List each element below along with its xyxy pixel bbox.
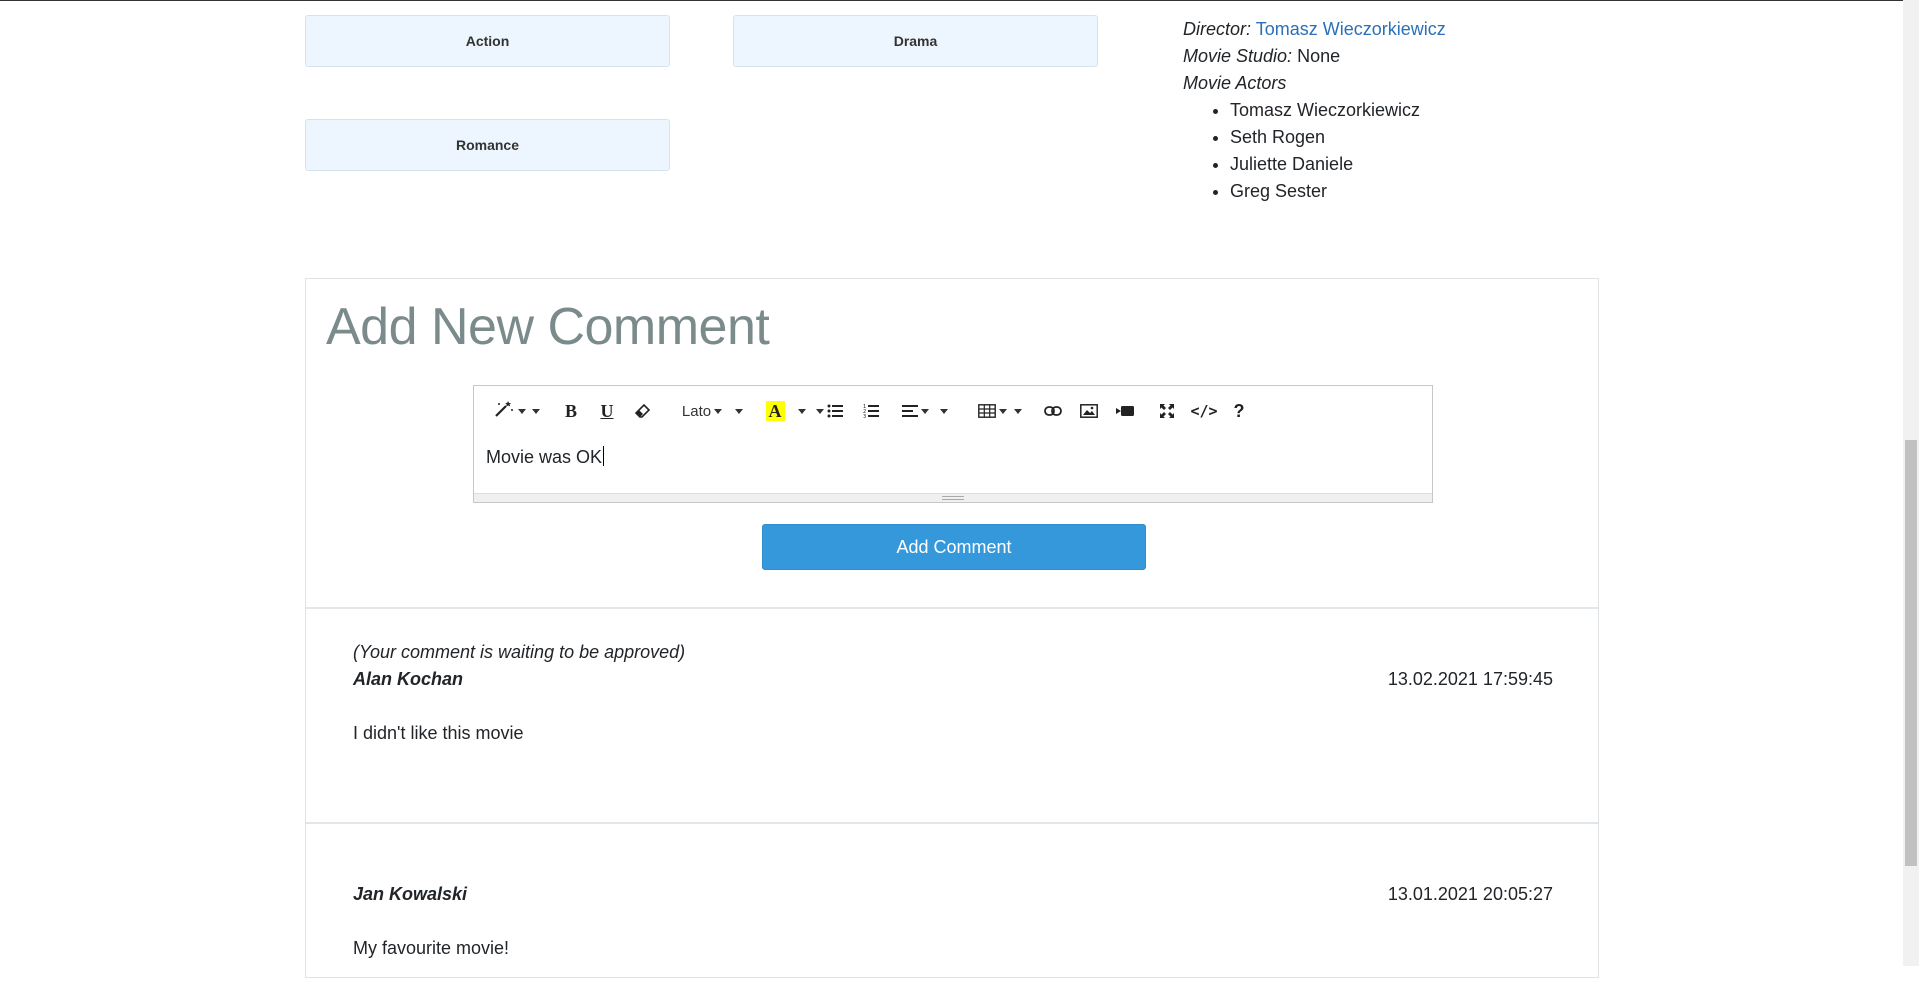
- actors-list: Tomasz Wieczorkiewicz Seth Rogen Juliett…: [1183, 97, 1446, 205]
- pending-approval-note: (Your comment is waiting to be approved): [353, 642, 686, 662]
- actor-item: Tomasz Wieczorkiewicz: [1230, 97, 1446, 124]
- add-comment-button[interactable]: Add Comment: [762, 524, 1146, 570]
- font-name-dropdown[interactable]: Lato: [674, 400, 730, 422]
- actors-heading: Movie Actors: [1183, 70, 1446, 97]
- underline-icon[interactable]: U: [596, 400, 618, 422]
- bold-icon[interactable]: B: [560, 400, 582, 422]
- highlight-color-icon[interactable]: A: [764, 400, 786, 422]
- director-label: Director:: [1183, 19, 1252, 39]
- font-name-dropdown-toggle[interactable]: [730, 400, 744, 422]
- add-comment-title: Add New Comment: [326, 298, 770, 356]
- scrollbar-thumb[interactable]: [1905, 440, 1917, 866]
- editor-text: Movie was OK: [486, 447, 603, 467]
- bullet-list-icon[interactable]: [824, 400, 846, 422]
- align-icon[interactable]: [900, 400, 930, 422]
- studio-value: None: [1297, 46, 1341, 66]
- genre-button-romance[interactable]: Romance: [305, 119, 670, 171]
- studio-label: Movie Studio:: [1183, 46, 1293, 66]
- actors-label: Movie Actors: [1183, 73, 1287, 93]
- director-row: Director: Tomasz Wieczorkiewicz: [1183, 16, 1446, 43]
- link-icon[interactable]: [1042, 400, 1064, 422]
- font-name-label: Lato: [681, 402, 712, 420]
- top-border: [0, 0, 1919, 1]
- editor-content[interactable]: Movie was OK: [486, 446, 605, 468]
- actor-item: Greg Sester: [1230, 178, 1446, 205]
- rich-text-editor: B U Lato A 123 </> ? Movie was OK: [473, 385, 1433, 503]
- editor-toolbar: B U Lato A 123 </> ?: [474, 386, 1432, 436]
- comment-date: 13.01.2021 20:05:27: [1387, 884, 1553, 904]
- movie-details: Director: Tomasz Wieczorkiewicz Movie St…: [1183, 16, 1446, 205]
- color-dropdown-toggle[interactable]: [794, 400, 806, 422]
- style-dropdown[interactable]: [486, 400, 532, 422]
- comment-text: I didn't like this movie: [353, 723, 524, 743]
- genre-button-action[interactable]: Action: [305, 15, 670, 67]
- comment-item: Jan Kowalski 13.01.2021 20:05:27 My favo…: [353, 857, 1553, 1007]
- help-icon[interactable]: ?: [1228, 400, 1250, 422]
- editor-resize-handle[interactable]: [474, 493, 1432, 502]
- list-dropdown-toggle[interactable]: [812, 400, 824, 422]
- fullscreen-icon[interactable]: [1156, 400, 1178, 422]
- director-link[interactable]: Tomasz Wieczorkiewicz: [1256, 19, 1446, 39]
- svg-text:3: 3: [863, 414, 866, 418]
- divider: [306, 607, 1598, 609]
- video-icon[interactable]: [1114, 400, 1136, 422]
- studio-row: Movie Studio: None: [1183, 43, 1446, 70]
- style-dropdown-toggle[interactable]: [528, 400, 540, 422]
- genre-button-drama[interactable]: Drama: [733, 15, 1098, 67]
- text-cursor: [603, 446, 605, 466]
- page-scrollbar[interactable]: [1903, 0, 1919, 966]
- comment-author: Alan Kochan: [353, 669, 464, 689]
- align-dropdown-toggle[interactable]: [936, 400, 948, 422]
- comment-author: Jan Kowalski: [353, 884, 468, 904]
- actor-item: Juliette Daniele: [1230, 151, 1446, 178]
- magic-wand-icon: [493, 400, 515, 423]
- code-view-icon[interactable]: </>: [1190, 400, 1218, 422]
- comments-panel: Add New Comment B U Lato A 1 2 3 </> ? M…: [305, 278, 1599, 978]
- grip-icon: [942, 496, 964, 500]
- eraser-icon[interactable]: [632, 400, 654, 422]
- highlight-glyph: A: [765, 401, 785, 421]
- actor-item: Seth Rogen: [1230, 124, 1446, 151]
- table-icon[interactable]: [976, 400, 1008, 422]
- divider: [306, 822, 1598, 824]
- comment-item: (Your comment is waiting to be approved)…: [353, 642, 1553, 792]
- comment-date: 13.02.2021 17:59:45: [1387, 669, 1553, 689]
- table-dropdown-toggle[interactable]: [1010, 400, 1022, 422]
- image-icon[interactable]: [1078, 400, 1100, 422]
- comment-text: My favourite movie!: [353, 938, 510, 958]
- numbered-list-icon[interactable]: 123: [860, 400, 882, 422]
